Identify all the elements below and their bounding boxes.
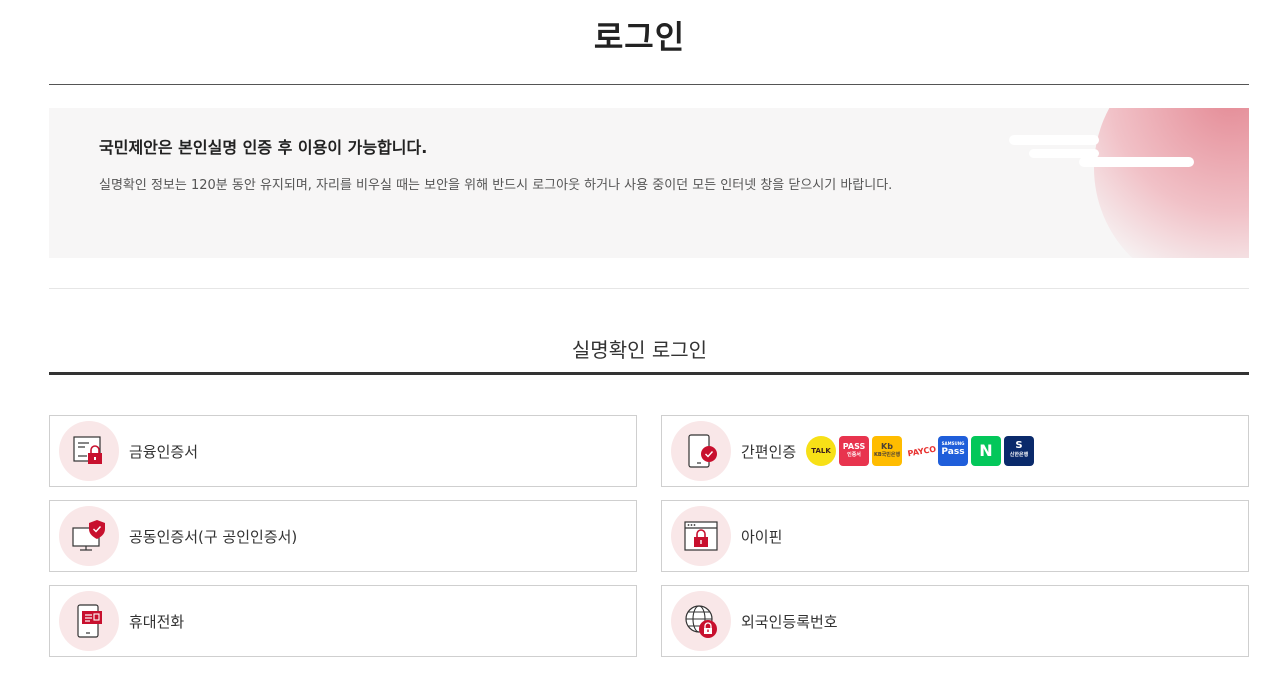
login-method-label: 외국인등록번호 — [741, 613, 838, 631]
shinhan-text: S — [1015, 440, 1023, 451]
login-financial-certificate-button[interactable]: 금융인증서 — [49, 415, 637, 487]
kb-text: Kb — [881, 442, 893, 451]
login-simple-auth-button[interactable]: 간편인증 TALK PASS 인증서 Kb KB국민은행 PAYCO SAMSUNG… — [661, 415, 1249, 487]
notice-headline: 국민제안은 본인실명 인증 후 이용이 가능합니다. — [99, 138, 428, 157]
login-method-label: 공동인증서(구 공인인증서) — [129, 528, 298, 546]
naver-text: N — [979, 441, 993, 460]
section-divider — [49, 288, 1249, 289]
globe-lock-icon — [671, 591, 731, 651]
notice-description: 실명확인 정보는 120분 동안 유지되며, 자리를 비우실 때는 보안을 위해… — [99, 178, 893, 193]
payco-icon: PAYCO — [905, 436, 937, 466]
samsung-subtext: Pass — [941, 447, 965, 457]
joint-certificate-icon — [59, 506, 119, 566]
login-joint-certificate-button[interactable]: 공동인증서(구 공인인증서) — [49, 500, 637, 572]
login-method-label: 휴대전화 — [129, 613, 185, 631]
login-method-label: 아이핀 — [741, 528, 783, 546]
login-method-label: 간편인증 — [741, 443, 797, 461]
pass-icon: PASS 인증서 — [839, 436, 869, 466]
samsung-text: SAMSUNG — [941, 441, 965, 446]
login-mobile-phone-button[interactable]: 휴대전화 — [49, 585, 637, 657]
simple-auth-phone-icon — [671, 421, 731, 481]
login-ipin-button[interactable]: 아이핀 — [661, 500, 1249, 572]
login-method-label: 금융인증서 — [129, 443, 199, 461]
pass-subtext: 인증서 — [847, 452, 861, 458]
section-title-underline — [49, 372, 1249, 375]
shinhan-subtext: 신한은행 — [1009, 452, 1029, 458]
kb-bank-icon: Kb KB국민은행 — [872, 436, 902, 466]
title-divider — [49, 84, 1249, 85]
login-foreigner-registration-button[interactable]: 외국인등록번호 — [661, 585, 1249, 657]
page-title: 로그인 — [593, 18, 686, 56]
shinhan-bank-icon: S 신한은행 — [1004, 436, 1034, 466]
notice-banner: 국민제안은 본인실명 인증 후 이용이 가능합니다. 실명확인 정보는 120분… — [49, 108, 1249, 258]
financial-certificate-icon — [59, 421, 119, 481]
samsung-pass-icon: SAMSUNG Pass — [938, 436, 968, 466]
sun-cloud-illustration — [1009, 108, 1249, 258]
kb-subtext: KB국민은행 — [873, 452, 901, 458]
mobile-phone-icon — [59, 591, 119, 651]
kakao-text: TALK — [811, 447, 831, 455]
section-title: 실명확인 로그인 — [571, 338, 708, 362]
ipin-icon — [671, 506, 731, 566]
payco-text: PAYCO — [906, 444, 937, 459]
kakao-talk-icon: TALK — [806, 436, 836, 466]
pass-text: PASS — [842, 442, 866, 451]
naver-icon: N — [971, 436, 1001, 466]
